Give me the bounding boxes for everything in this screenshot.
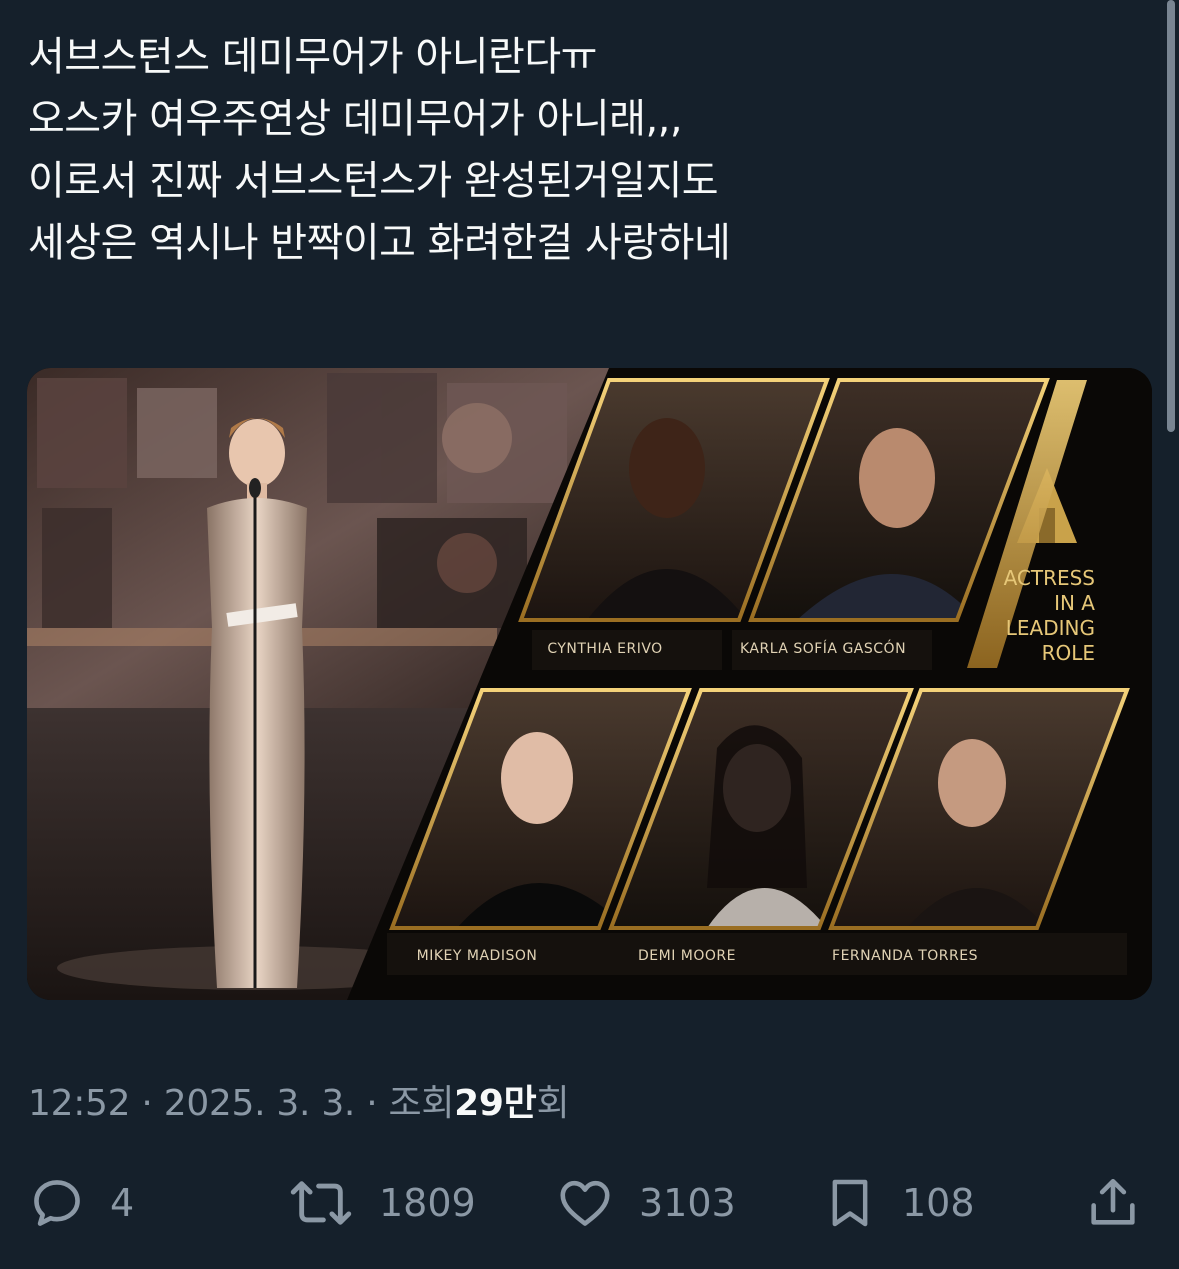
tweet-line: 오스카 여우주연상 데미무어가 아니래,,, bbox=[28, 96, 683, 142]
share-icon bbox=[1091, 1178, 1135, 1225]
reply-button[interactable]: 4 bbox=[28, 1174, 134, 1232]
nominee-label: KARLA SOFÍA GASCÓN bbox=[740, 639, 906, 657]
bookmark-icon bbox=[832, 1179, 868, 1227]
bookmark-button[interactable]: 108 bbox=[822, 1174, 975, 1232]
tweet-line: 서브스턴스 데미무어가 아니란다ㅠ bbox=[28, 34, 597, 80]
reply-icon bbox=[34, 1180, 80, 1226]
retweet-icon bbox=[290, 1181, 352, 1225]
like-button[interactable]: 3103 bbox=[555, 1174, 736, 1232]
tweet-meta: 12:52 · 2025. 3. 3. · 조회29만회 bbox=[28, 1074, 570, 1126]
nominee-label: DEMI MOORE bbox=[638, 948, 736, 964]
tweet-media-image[interactable]: CYNTHIA ERIVO KARLA SOFÍA GASCÓN MIKEY M… bbox=[27, 368, 1152, 1000]
category-heading-line: ACTRESS bbox=[1004, 566, 1095, 590]
category-heading-line: IN A bbox=[1054, 591, 1095, 615]
tweet-time[interactable]: 12:52 bbox=[28, 1083, 131, 1124]
scrollbar[interactable] bbox=[1167, 0, 1175, 432]
tweet-text: 서브스턴스 데미무어가 아니란다ㅠ 오스카 여우주연상 데미무어가 아니래,,,… bbox=[28, 26, 1138, 274]
views-count[interactable]: 29 bbox=[454, 1083, 504, 1124]
nominee-label: MIKEY MADISON bbox=[417, 948, 538, 964]
category-heading-line: LEADING bbox=[1006, 616, 1095, 640]
tweet-date[interactable]: 2025. 3. 3. bbox=[164, 1083, 356, 1124]
tweet-line: 이로서 진짜 서브스턴스가 완성된거일지도 bbox=[28, 158, 719, 204]
reply-count: 4 bbox=[110, 1181, 135, 1225]
share-button[interactable] bbox=[1084, 1174, 1142, 1232]
bookmark-count: 108 bbox=[902, 1181, 975, 1225]
retweet-count: 1809 bbox=[379, 1181, 476, 1225]
like-count: 3103 bbox=[639, 1181, 736, 1225]
retweet-button[interactable]: 1809 bbox=[287, 1174, 476, 1232]
category-heading-line: ROLE bbox=[1042, 641, 1095, 665]
views-unit: 만 bbox=[503, 1083, 537, 1124]
meta-separator: · bbox=[141, 1083, 153, 1124]
nominee-label: CYNTHIA ERIVO bbox=[547, 641, 662, 657]
tweet-actions: 4 1809 3103 108 bbox=[0, 1160, 1179, 1250]
views-suffix: 회 bbox=[536, 1083, 570, 1124]
nominee-label: FERNANDA TORRES bbox=[832, 948, 978, 964]
tweet-line: 세상은 역시나 반짝이고 화려한걸 사랑하네 bbox=[28, 220, 731, 266]
meta-separator: · bbox=[366, 1083, 378, 1124]
views-label: 조회 bbox=[388, 1083, 455, 1124]
heart-icon bbox=[560, 1180, 610, 1226]
presenter-figure bbox=[207, 418, 307, 988]
